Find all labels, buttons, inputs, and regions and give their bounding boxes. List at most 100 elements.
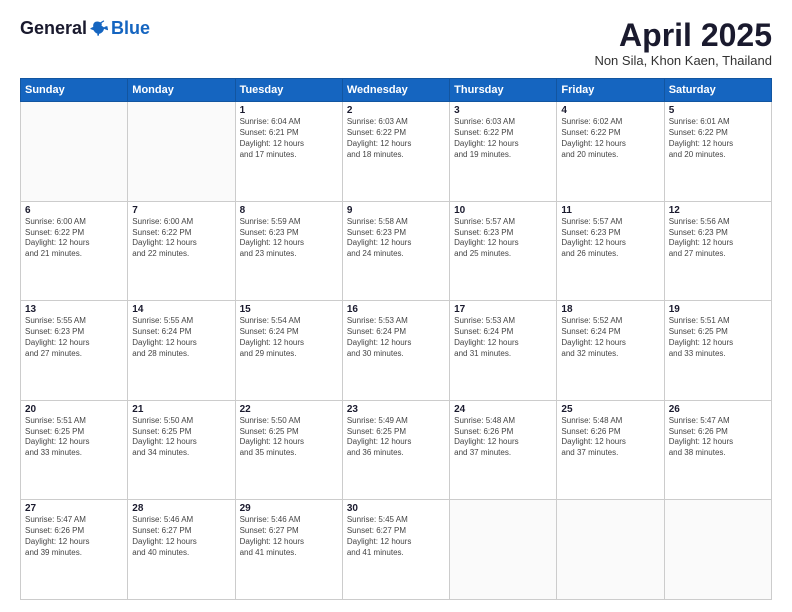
day-number: 17 xyxy=(454,304,552,315)
weekday-header-thursday: Thursday xyxy=(450,79,557,102)
day-info: Sunrise: 5:50 AM Sunset: 6:25 PM Dayligh… xyxy=(240,416,338,459)
day-number: 9 xyxy=(347,205,445,216)
calendar-cell: 20Sunrise: 5:51 AM Sunset: 6:25 PM Dayli… xyxy=(21,400,128,500)
calendar-cell: 17Sunrise: 5:53 AM Sunset: 6:24 PM Dayli… xyxy=(450,301,557,401)
calendar-cell: 28Sunrise: 5:46 AM Sunset: 6:27 PM Dayli… xyxy=(128,500,235,600)
weekday-header-wednesday: Wednesday xyxy=(342,79,449,102)
calendar-cell: 5Sunrise: 6:01 AM Sunset: 6:22 PM Daylig… xyxy=(664,102,771,202)
day-number: 15 xyxy=(240,304,338,315)
calendar-cell: 24Sunrise: 5:48 AM Sunset: 6:26 PM Dayli… xyxy=(450,400,557,500)
day-info: Sunrise: 5:51 AM Sunset: 6:25 PM Dayligh… xyxy=(25,416,123,459)
calendar-week-5: 27Sunrise: 5:47 AM Sunset: 6:26 PM Dayli… xyxy=(21,500,772,600)
day-number: 21 xyxy=(132,404,230,415)
calendar-cell xyxy=(21,102,128,202)
calendar-header-row: SundayMondayTuesdayWednesdayThursdayFrid… xyxy=(21,79,772,102)
day-info: Sunrise: 5:54 AM Sunset: 6:24 PM Dayligh… xyxy=(240,316,338,359)
day-info: Sunrise: 6:02 AM Sunset: 6:22 PM Dayligh… xyxy=(561,117,659,160)
day-number: 6 xyxy=(25,205,123,216)
day-info: Sunrise: 6:00 AM Sunset: 6:22 PM Dayligh… xyxy=(25,217,123,260)
calendar-cell: 30Sunrise: 5:45 AM Sunset: 6:27 PM Dayli… xyxy=(342,500,449,600)
calendar-cell: 9Sunrise: 5:58 AM Sunset: 6:23 PM Daylig… xyxy=(342,201,449,301)
calendar: SundayMondayTuesdayWednesdayThursdayFrid… xyxy=(20,78,772,600)
day-info: Sunrise: 5:48 AM Sunset: 6:26 PM Dayligh… xyxy=(454,416,552,459)
day-number: 30 xyxy=(347,503,445,514)
calendar-cell: 12Sunrise: 5:56 AM Sunset: 6:23 PM Dayli… xyxy=(664,201,771,301)
day-info: Sunrise: 5:46 AM Sunset: 6:27 PM Dayligh… xyxy=(240,515,338,558)
calendar-cell: 1Sunrise: 6:04 AM Sunset: 6:21 PM Daylig… xyxy=(235,102,342,202)
day-number: 3 xyxy=(454,105,552,116)
day-info: Sunrise: 5:55 AM Sunset: 6:24 PM Dayligh… xyxy=(132,316,230,359)
day-number: 25 xyxy=(561,404,659,415)
day-info: Sunrise: 5:53 AM Sunset: 6:24 PM Dayligh… xyxy=(454,316,552,359)
main-title: April 2025 xyxy=(594,18,772,53)
day-info: Sunrise: 5:48 AM Sunset: 6:26 PM Dayligh… xyxy=(561,416,659,459)
day-number: 22 xyxy=(240,404,338,415)
day-number: 29 xyxy=(240,503,338,514)
calendar-cell: 26Sunrise: 5:47 AM Sunset: 6:26 PM Dayli… xyxy=(664,400,771,500)
day-info: Sunrise: 5:47 AM Sunset: 6:26 PM Dayligh… xyxy=(25,515,123,558)
day-info: Sunrise: 6:00 AM Sunset: 6:22 PM Dayligh… xyxy=(132,217,230,260)
day-number: 12 xyxy=(669,205,767,216)
calendar-cell xyxy=(557,500,664,600)
day-number: 8 xyxy=(240,205,338,216)
page: General Blue April 2025 Non Sila, Khon K… xyxy=(0,0,792,612)
calendar-cell: 4Sunrise: 6:02 AM Sunset: 6:22 PM Daylig… xyxy=(557,102,664,202)
calendar-week-3: 13Sunrise: 5:55 AM Sunset: 6:23 PM Dayli… xyxy=(21,301,772,401)
logo-blue-text: Blue xyxy=(111,18,150,39)
day-info: Sunrise: 5:55 AM Sunset: 6:23 PM Dayligh… xyxy=(25,316,123,359)
day-number: 24 xyxy=(454,404,552,415)
day-info: Sunrise: 5:50 AM Sunset: 6:25 PM Dayligh… xyxy=(132,416,230,459)
day-number: 10 xyxy=(454,205,552,216)
day-number: 2 xyxy=(347,105,445,116)
day-number: 5 xyxy=(669,105,767,116)
calendar-cell: 14Sunrise: 5:55 AM Sunset: 6:24 PM Dayli… xyxy=(128,301,235,401)
weekday-header-monday: Monday xyxy=(128,79,235,102)
logo: General Blue xyxy=(20,18,150,39)
day-info: Sunrise: 5:52 AM Sunset: 6:24 PM Dayligh… xyxy=(561,316,659,359)
logo-bird-icon xyxy=(89,19,109,39)
day-info: Sunrise: 6:04 AM Sunset: 6:21 PM Dayligh… xyxy=(240,117,338,160)
day-info: Sunrise: 5:53 AM Sunset: 6:24 PM Dayligh… xyxy=(347,316,445,359)
calendar-cell xyxy=(664,500,771,600)
calendar-cell: 11Sunrise: 5:57 AM Sunset: 6:23 PM Dayli… xyxy=(557,201,664,301)
day-number: 19 xyxy=(669,304,767,315)
day-info: Sunrise: 5:46 AM Sunset: 6:27 PM Dayligh… xyxy=(132,515,230,558)
calendar-cell: 27Sunrise: 5:47 AM Sunset: 6:26 PM Dayli… xyxy=(21,500,128,600)
calendar-cell: 22Sunrise: 5:50 AM Sunset: 6:25 PM Dayli… xyxy=(235,400,342,500)
calendar-cell: 3Sunrise: 6:03 AM Sunset: 6:22 PM Daylig… xyxy=(450,102,557,202)
calendar-cell: 2Sunrise: 6:03 AM Sunset: 6:22 PM Daylig… xyxy=(342,102,449,202)
calendar-cell xyxy=(450,500,557,600)
day-number: 1 xyxy=(240,105,338,116)
day-number: 16 xyxy=(347,304,445,315)
day-number: 11 xyxy=(561,205,659,216)
calendar-week-4: 20Sunrise: 5:51 AM Sunset: 6:25 PM Dayli… xyxy=(21,400,772,500)
day-info: Sunrise: 5:57 AM Sunset: 6:23 PM Dayligh… xyxy=(454,217,552,260)
calendar-week-1: 1Sunrise: 6:04 AM Sunset: 6:21 PM Daylig… xyxy=(21,102,772,202)
day-number: 27 xyxy=(25,503,123,514)
day-number: 26 xyxy=(669,404,767,415)
day-number: 23 xyxy=(347,404,445,415)
day-number: 7 xyxy=(132,205,230,216)
calendar-cell: 25Sunrise: 5:48 AM Sunset: 6:26 PM Dayli… xyxy=(557,400,664,500)
calendar-cell: 16Sunrise: 5:53 AM Sunset: 6:24 PM Dayli… xyxy=(342,301,449,401)
day-number: 13 xyxy=(25,304,123,315)
day-number: 20 xyxy=(25,404,123,415)
day-info: Sunrise: 5:47 AM Sunset: 6:26 PM Dayligh… xyxy=(669,416,767,459)
day-info: Sunrise: 6:03 AM Sunset: 6:22 PM Dayligh… xyxy=(454,117,552,160)
day-info: Sunrise: 5:57 AM Sunset: 6:23 PM Dayligh… xyxy=(561,217,659,260)
day-number: 18 xyxy=(561,304,659,315)
calendar-cell: 7Sunrise: 6:00 AM Sunset: 6:22 PM Daylig… xyxy=(128,201,235,301)
calendar-cell: 13Sunrise: 5:55 AM Sunset: 6:23 PM Dayli… xyxy=(21,301,128,401)
day-info: Sunrise: 6:03 AM Sunset: 6:22 PM Dayligh… xyxy=(347,117,445,160)
weekday-header-saturday: Saturday xyxy=(664,79,771,102)
subtitle: Non Sila, Khon Kaen, Thailand xyxy=(594,53,772,68)
calendar-week-2: 6Sunrise: 6:00 AM Sunset: 6:22 PM Daylig… xyxy=(21,201,772,301)
day-info: Sunrise: 5:45 AM Sunset: 6:27 PM Dayligh… xyxy=(347,515,445,558)
day-number: 4 xyxy=(561,105,659,116)
day-info: Sunrise: 5:59 AM Sunset: 6:23 PM Dayligh… xyxy=(240,217,338,260)
day-info: Sunrise: 5:51 AM Sunset: 6:25 PM Dayligh… xyxy=(669,316,767,359)
day-info: Sunrise: 5:58 AM Sunset: 6:23 PM Dayligh… xyxy=(347,217,445,260)
calendar-cell: 8Sunrise: 5:59 AM Sunset: 6:23 PM Daylig… xyxy=(235,201,342,301)
calendar-cell: 23Sunrise: 5:49 AM Sunset: 6:25 PM Dayli… xyxy=(342,400,449,500)
calendar-cell: 21Sunrise: 5:50 AM Sunset: 6:25 PM Dayli… xyxy=(128,400,235,500)
